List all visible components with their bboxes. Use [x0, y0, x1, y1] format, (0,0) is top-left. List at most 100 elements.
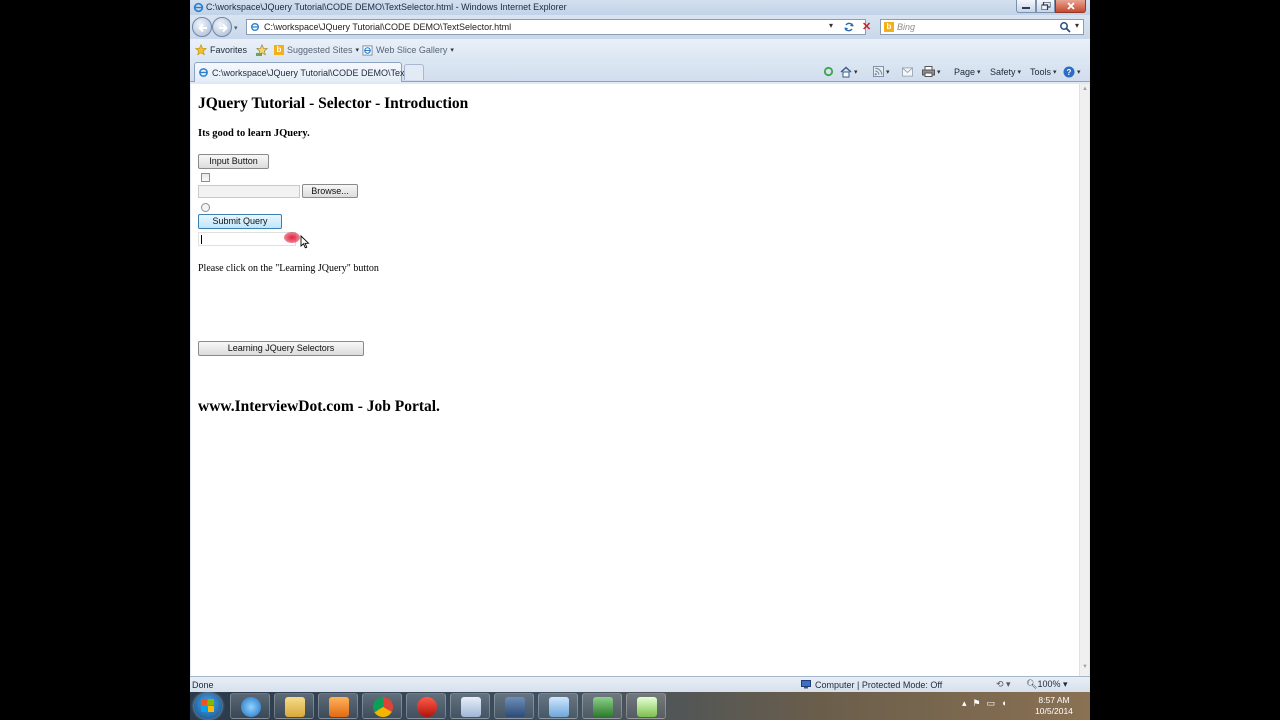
text-caret	[201, 235, 202, 244]
red-app-icon	[417, 697, 437, 717]
home-button[interactable]: ▾	[840, 64, 858, 79]
mouse-cursor-icon	[300, 235, 310, 249]
suggested-sites-link[interactable]: b Suggested Sites ▾	[274, 43, 359, 57]
chevron-down-icon: ▾	[450, 47, 454, 54]
printer-icon	[922, 66, 935, 77]
security-zone-text[interactable]: Computer | Protected Mode: Off	[815, 680, 942, 690]
page-title: JQuery Tutorial - Selector - Introductio…	[198, 95, 469, 112]
address-dropdown-icon[interactable]: ▾	[829, 21, 833, 30]
tab-textselector[interactable]: C:\workspace\JQuery Tutorial\CODE DEMO\T…	[194, 62, 415, 82]
monitor-icon	[593, 697, 613, 717]
window-title: C:\workspace\JQuery Tutorial\CODE DEMO\T…	[206, 2, 567, 12]
page-menu[interactable]: Page ▾	[954, 64, 981, 79]
search-options-dropdown[interactable]: ▾	[1075, 21, 1079, 30]
web-slice-icon	[362, 44, 373, 56]
flag-icon[interactable]: ⚑	[973, 698, 981, 709]
intro-text: Its good to learn JQuery.	[198, 128, 310, 139]
taskbar-media-player[interactable]	[318, 693, 358, 719]
help-menu[interactable]: ? ▾	[1063, 64, 1081, 79]
chevron-down-icon: ▾	[1017, 68, 1022, 76]
computer-zone-icon	[801, 680, 811, 689]
taskbar-app-monitor[interactable]	[582, 693, 622, 719]
add-favorite-icon	[256, 44, 268, 56]
chrome-icon	[373, 697, 393, 717]
help-icon: ?	[1063, 66, 1075, 77]
taskbar-ie[interactable]	[230, 693, 270, 719]
address-input[interactable]: C:\workspace\JQuery Tutorial\CODE DEMO\T…	[264, 22, 511, 32]
page-menu-label: Page	[954, 66, 976, 77]
forward-button[interactable]	[212, 17, 232, 37]
show-hidden-icons-icon[interactable]: ▴	[962, 698, 967, 709]
taskbar-chrome[interactable]	[362, 693, 402, 719]
chevron-down-icon: ▾	[1053, 68, 1057, 76]
clock-time: 8:57 AM	[1038, 695, 1070, 705]
scroll-down-icon[interactable]: ▼	[1082, 664, 1088, 670]
taskbar-app-notepad[interactable]	[626, 693, 666, 719]
refresh-icon[interactable]	[843, 21, 855, 33]
feed-status-button[interactable]	[823, 64, 834, 79]
favorites-button[interactable]: Favorites	[195, 43, 247, 57]
address-bar[interactable]: C:\workspace\JQuery Tutorial\CODE DEMO\T…	[246, 19, 871, 35]
address-row: ▾ C:\workspace\JQuery Tutorial\CODE DEMO…	[190, 15, 1090, 39]
taskbar-app-save[interactable]	[494, 693, 534, 719]
chevron-down-icon: ▾	[355, 47, 360, 54]
suggested-sites-label: Suggested Sites	[287, 45, 353, 55]
search-box[interactable]: b Bing ▾	[880, 19, 1084, 35]
clock[interactable]: 8:57 AM 10/5/2014	[1030, 695, 1078, 717]
scroll-up-icon[interactable]: ▲	[1082, 86, 1088, 92]
magnifier-icon[interactable]	[1059, 21, 1071, 33]
page-icon	[199, 68, 208, 77]
floppy-icon	[505, 697, 525, 717]
taskbar: ▴ ⚑ ▭ ◖ 8:57 AM 10/5/2014	[190, 692, 1090, 720]
back-arrow-icon	[198, 23, 207, 33]
tab-row: C:\workspace\JQuery Tutorial\CODE DEMO\T…	[190, 61, 1090, 82]
volume-icon[interactable]: ◖	[1001, 698, 1006, 709]
taskbar-explorer[interactable]	[274, 693, 314, 719]
recent-pages-dropdown[interactable]: ▾	[234, 24, 238, 32]
radio-button[interactable]	[201, 203, 210, 212]
back-button[interactable]	[192, 17, 212, 37]
chevron-down-icon: ▾	[886, 68, 890, 76]
zoom-level[interactable]: 🔍︎100% ▾	[1026, 679, 1068, 690]
document-icon	[461, 697, 481, 717]
network-icon[interactable]: ▭	[987, 698, 996, 709]
search-input[interactable]: Bing	[897, 22, 915, 32]
safety-menu[interactable]: Safety ▾	[990, 64, 1021, 79]
stop-icon[interactable]: ✕	[862, 20, 871, 33]
checkbox[interactable]	[201, 173, 210, 182]
new-tab-button[interactable]	[404, 64, 424, 80]
read-mail-button[interactable]	[902, 64, 913, 79]
restore-icon	[1041, 2, 1050, 10]
chevron-down-icon: ▾	[1077, 68, 1081, 76]
web-slice-gallery-link[interactable]: Web Slice Gallery ▾	[362, 43, 454, 57]
text-input[interactable]	[198, 232, 296, 246]
start-button[interactable]	[194, 693, 222, 719]
restore-button[interactable]	[1036, 0, 1055, 13]
add-to-favorites-bar-button[interactable]	[256, 43, 268, 57]
tools-menu[interactable]: Tools ▾	[1030, 64, 1057, 79]
windows-logo-icon	[201, 699, 214, 712]
zoom-icon: 🔍︎	[1026, 679, 1038, 689]
learning-jquery-selectors-button[interactable]: Learning JQuery Selectors	[198, 341, 364, 356]
input-button[interactable]: Input Button	[198, 154, 269, 169]
svg-text:?: ?	[1067, 68, 1072, 77]
file-path-field[interactable]	[198, 185, 300, 198]
taskbar-app-red[interactable]	[406, 693, 446, 719]
print-button[interactable]: ▾	[922, 64, 941, 79]
taskbar-app-doc[interactable]	[450, 693, 490, 719]
popup-blocker-icon[interactable]: ⟲ ▾	[996, 679, 1011, 690]
notes-icon	[549, 697, 569, 717]
close-icon	[1066, 2, 1075, 10]
feeds-button[interactable]: ▾	[873, 64, 890, 79]
submit-query-button[interactable]: Submit Query	[198, 214, 282, 229]
system-tray: ▴ ⚑ ▭ ◖	[962, 698, 1007, 709]
home-icon	[840, 66, 852, 77]
zoom-value: 100%	[1037, 679, 1061, 689]
mail-icon	[902, 66, 913, 77]
web-slice-gallery-label: Web Slice Gallery	[376, 45, 448, 55]
vertical-scrollbar[interactable]: ▲ ▼	[1079, 84, 1089, 676]
minimize-button[interactable]	[1016, 0, 1036, 13]
close-button[interactable]	[1055, 0, 1086, 13]
taskbar-app-notes[interactable]	[538, 693, 578, 719]
browse-button[interactable]: Browse...	[302, 184, 358, 198]
